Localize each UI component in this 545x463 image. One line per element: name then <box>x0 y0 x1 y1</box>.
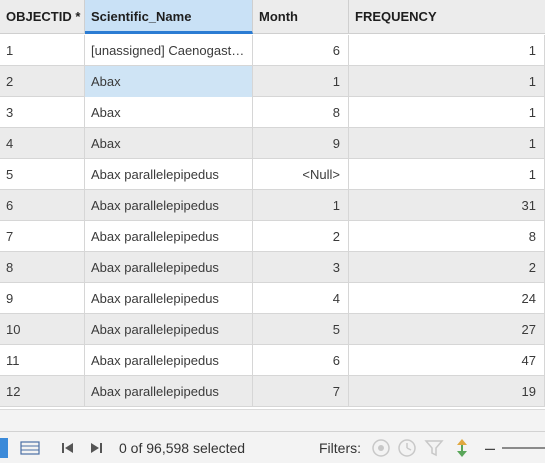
table-row[interactable]: 1[unassigned] Caenogastropoda61 <box>0 35 545 66</box>
cell-frequency[interactable]: 8 <box>349 221 545 252</box>
cell-scientific-name[interactable]: Abax <box>85 128 253 159</box>
cell-frequency[interactable]: 1 <box>349 159 545 190</box>
cell-month[interactable]: 4 <box>253 283 349 314</box>
cell-month[interactable]: 9 <box>253 128 349 159</box>
table-row[interactable]: 2 Abax 1 1 <box>0 66 545 97</box>
cell-scientific-name[interactable]: Abax parallelepipedus <box>85 252 253 283</box>
cell-month[interactable]: 7 <box>253 376 349 407</box>
table-row[interactable]: 3 Abax 8 1 <box>0 97 545 128</box>
status-bar: 0 of 96,598 selected Filters: – <box>0 431 545 463</box>
filter-range-icon[interactable] <box>451 432 473 463</box>
cell-objectid[interactable]: 9 <box>0 283 85 314</box>
cell-scientific-name[interactable]: Abax parallelepipedus <box>85 376 253 407</box>
cell-scientific-name[interactable]: Abax parallelepipedus <box>85 283 253 314</box>
cell-scientific-name[interactable]: Abax <box>85 97 253 128</box>
cell-objectid[interactable]: 4 <box>0 128 85 159</box>
cell-frequency[interactable]: 1 <box>349 97 545 128</box>
cell-frequency[interactable]: 1 <box>349 128 545 159</box>
cell-scientific-name[interactable]: Abax parallelepipedus <box>85 314 253 345</box>
cell-scientific-name[interactable]: Abax parallelepipedus <box>85 159 253 190</box>
table-row[interactable]: 7 Abax parallelepipedus 2 8 <box>0 221 545 252</box>
cell-month[interactable]: 5 <box>253 314 349 345</box>
table-row[interactable]: 4 Abax 9 1 <box>0 128 545 159</box>
cell-frequency[interactable]: 24 <box>349 283 545 314</box>
table-row[interactable]: 9 Abax parallelepipedus 4 24 <box>0 283 545 314</box>
table-row[interactable]: 8 Abax parallelepipedus 3 2 <box>0 252 545 283</box>
cell-frequency[interactable]: 19 <box>349 376 545 407</box>
table-row[interactable]: 11 Abax parallelepipedus 6 47 <box>0 345 545 376</box>
cell-scientific-name[interactable]: Abax parallelepipedus <box>85 345 253 376</box>
cell-frequency[interactable]: 1 <box>349 35 545 66</box>
table-row[interactable]: 6 Abax parallelepipedus 1 31 <box>0 190 545 221</box>
cell-objectid[interactable]: 2 <box>0 66 85 97</box>
cell-month[interactable]: <Null> <box>253 159 349 190</box>
cell-frequency[interactable]: 31 <box>349 190 545 221</box>
selection-count: 0 of 96,598 selected <box>119 440 246 456</box>
grid-icon[interactable] <box>20 432 42 463</box>
column-header-frequency[interactable]: FREQUENCY <box>349 0 545 34</box>
previous-icon[interactable] <box>60 432 76 463</box>
cell-objectid[interactable]: 7 <box>0 221 85 252</box>
column-header-objectid[interactable]: OBJECTID * <box>0 0 85 34</box>
attribute-table: OBJECTID * Scientific_Name Month FREQUEN… <box>0 0 545 409</box>
cell-objectid[interactable]: 8 <box>0 252 85 283</box>
cell-month[interactable]: 6 <box>253 345 349 376</box>
cell-objectid[interactable]: 1 <box>0 35 85 66</box>
zoom-out-button[interactable]: – <box>484 432 496 463</box>
table-row[interactable]: 12 Abax parallelepipedus 7 19 <box>0 376 545 407</box>
filter-time-icon[interactable] <box>396 432 418 463</box>
cell-frequency[interactable]: 1 <box>349 66 545 97</box>
cell-objectid[interactable]: 6 <box>0 190 85 221</box>
cell-month[interactable]: 1 <box>253 190 349 221</box>
table-header: OBJECTID * Scientific_Name Month FREQUEN… <box>0 0 545 34</box>
cell-month[interactable]: 2 <box>253 221 349 252</box>
column-header-month[interactable]: Month <box>253 0 349 34</box>
cell-frequency[interactable]: 27 <box>349 314 545 345</box>
cell-month[interactable]: 1 <box>253 66 349 97</box>
zoom-slider[interactable] <box>502 432 545 463</box>
next-icon[interactable] <box>88 432 104 463</box>
cell-scientific-name[interactable]: Abax <box>85 66 253 97</box>
cell-objectid[interactable]: 5 <box>0 159 85 190</box>
filters-label: Filters: <box>319 440 361 456</box>
cell-scientific-name[interactable]: [unassigned] Caenogastropoda <box>85 35 253 66</box>
cell-month[interactable]: 8 <box>253 97 349 128</box>
filter-extent-icon[interactable] <box>370 432 392 463</box>
cell-objectid[interactable]: 12 <box>0 376 85 407</box>
horizontal-scrollbar[interactable] <box>0 409 545 431</box>
table-row[interactable]: 10 Abax parallelepipedus 5 27 <box>0 314 545 345</box>
cell-objectid[interactable]: 3 <box>0 97 85 128</box>
cell-scientific-name[interactable]: Abax parallelepipedus <box>85 190 253 221</box>
cell-objectid[interactable]: 10 <box>0 314 85 345</box>
column-header-scientific-name[interactable]: Scientific_Name <box>85 0 253 34</box>
cell-objectid[interactable]: 11 <box>0 345 85 376</box>
cell-frequency[interactable]: 2 <box>349 252 545 283</box>
filter-query-icon[interactable] <box>423 432 445 463</box>
cell-month[interactable]: 3 <box>253 252 349 283</box>
cell-month[interactable]: 6 <box>253 35 349 66</box>
cell-scientific-name[interactable]: Abax parallelepipedus <box>85 221 253 252</box>
cell-frequency[interactable]: 47 <box>349 345 545 376</box>
table-view-icon[interactable] <box>0 432 12 463</box>
table-row[interactable]: 5 Abax parallelepipedus <Null> 1 <box>0 159 545 190</box>
